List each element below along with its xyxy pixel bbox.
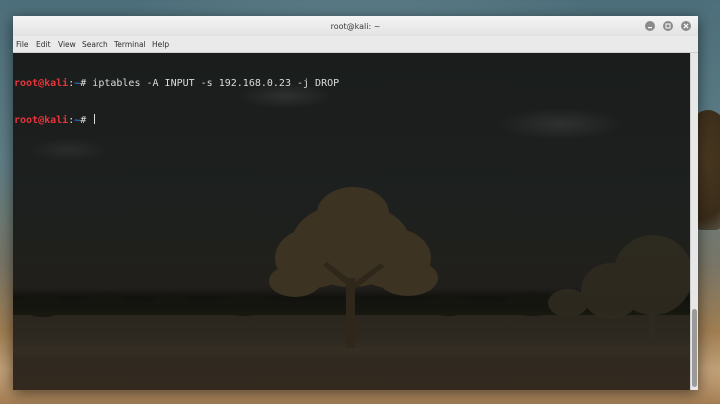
- minimize-icon: [648, 27, 652, 29]
- menu-view[interactable]: View: [58, 36, 76, 52]
- terminal-window: root@kali: ~ File Edit View Search Termi…: [13, 16, 698, 390]
- terminal-command: iptables -A INPUT -s 192.168.0.23 -j DRO…: [92, 78, 340, 89]
- prompt-user-host: root@kali: [14, 78, 69, 89]
- text-cursor: [94, 114, 96, 124]
- menubar: File Edit View Search Terminal Help: [13, 36, 698, 53]
- scrollbar-thumb[interactable]: [692, 309, 697, 387]
- terminal-scrollbar[interactable]: [690, 53, 698, 390]
- terminal-area[interactable]: root@kali:~# iptables -A INPUT -s 192.16…: [13, 53, 690, 390]
- menu-search[interactable]: Search: [82, 36, 108, 52]
- desktop-background: root@kali: ~ File Edit View Search Termi…: [0, 0, 720, 404]
- menu-file[interactable]: File: [16, 36, 29, 52]
- menu-help[interactable]: Help: [152, 36, 169, 52]
- prompt-sign: #: [80, 115, 93, 126]
- terminal-output: root@kali:~# iptables -A INPUT -s 192.16…: [14, 54, 339, 150]
- prompt-user-host: root@kali: [14, 115, 69, 126]
- window-titlebar[interactable]: root@kali: ~: [13, 16, 698, 36]
- window-title: root@kali: ~: [330, 22, 381, 31]
- menu-terminal[interactable]: Terminal: [114, 36, 146, 52]
- terminal-line: root@kali:~# iptables -A INPUT -s 192.16…: [14, 78, 339, 90]
- menu-edit[interactable]: Edit: [36, 36, 51, 52]
- minimize-button[interactable]: [645, 21, 655, 31]
- close-button[interactable]: [681, 21, 691, 31]
- maximize-icon: [665, 23, 671, 29]
- close-icon: [683, 23, 689, 29]
- terminal-line: root@kali:~#: [14, 114, 339, 126]
- prompt-sign: #: [80, 78, 93, 89]
- maximize-button[interactable]: [663, 21, 673, 31]
